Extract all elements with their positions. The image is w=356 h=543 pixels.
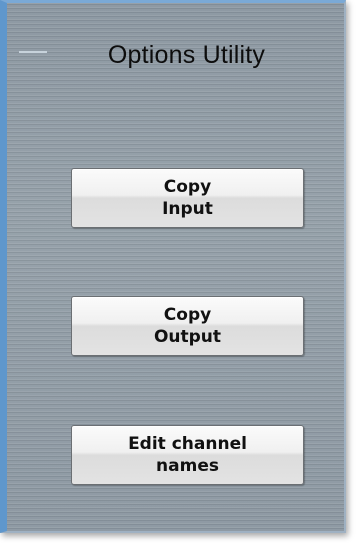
copy-output-button[interactable]: Copy Output bbox=[71, 296, 304, 356]
window-title: Options Utility bbox=[107, 41, 266, 69]
edit-channel-names-button[interactable]: Edit channel names bbox=[71, 425, 304, 485]
copy-input-button[interactable]: Copy Input bbox=[71, 168, 304, 228]
options-utility-window: Options Utility Copy Input Copy Output E… bbox=[0, 0, 346, 533]
copy-output-label: Copy Output bbox=[153, 305, 222, 347]
edit-channel-names-label: Edit channel names bbox=[128, 434, 247, 476]
copy-input-label: Copy Input bbox=[162, 177, 213, 219]
